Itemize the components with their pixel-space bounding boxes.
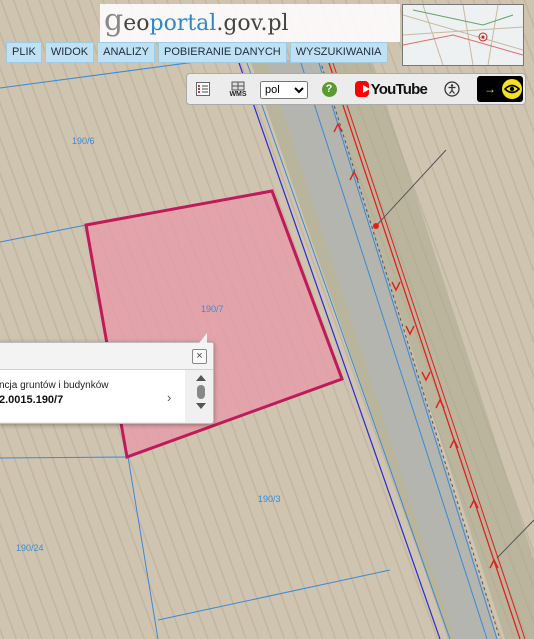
menu-pobieranie-danych[interactable]: POBIERANIE DANYCH — [158, 42, 287, 63]
popup-source-label: ncja gruntów i budynków — [0, 380, 109, 391]
eye-icon — [502, 79, 522, 99]
accessibility-button[interactable] — [443, 79, 461, 99]
main-menu: PLIK WIDOK ANALIZY POBIERANIE DANYCH WYS… — [6, 42, 388, 63]
map-toolbar: WMS pol ? YouTube → — [186, 73, 526, 105]
wms-icon — [231, 81, 245, 90]
logo-portal: portal — [149, 11, 217, 36]
popup-header — [0, 343, 213, 370]
logo-domain: .gov.pl — [216, 11, 289, 36]
minimap-graphic — [403, 5, 523, 65]
parcel-label-190-7: 190/7 — [201, 304, 224, 314]
legend-button[interactable] — [195, 79, 211, 99]
menu-wyszukiwania[interactable]: WYSZUKIWANIA — [289, 42, 388, 63]
popup-body: ncja gruntów i budynków 2.0015.190/7 › — [0, 370, 185, 422]
popup-parcel-id[interactable]: 2.0015.190/7 — [0, 394, 63, 406]
arrow-right-icon: → — [484, 82, 496, 96]
youtube-icon — [355, 81, 370, 97]
wms-button[interactable]: WMS — [227, 79, 249, 99]
chevron-right-icon[interactable]: › — [167, 390, 171, 405]
red-route-node — [373, 223, 379, 229]
scroll-up-icon[interactable] — [196, 375, 206, 381]
parcel-label-190-24: 190/24 — [16, 543, 44, 553]
popup-scrollbar[interactable] — [195, 375, 207, 419]
overview-minimap[interactable] — [402, 4, 524, 66]
scroll-down-icon[interactable] — [196, 403, 206, 409]
menu-plik[interactable]: PLIK — [6, 42, 42, 63]
menu-analizy[interactable]: ANALIZY — [97, 42, 155, 63]
logo-g: g — [104, 3, 124, 38]
parcel-label-190-6: 190/6 — [72, 136, 95, 146]
legend-icon — [196, 82, 210, 96]
wms-label: WMS — [229, 90, 247, 98]
popup-close-button[interactable]: × — [192, 349, 207, 364]
logo-eo: eo — [123, 11, 150, 36]
popup-pointer — [199, 333, 207, 343]
youtube-label: YouTube — [370, 80, 428, 98]
wheelchair-icon — [444, 81, 460, 97]
parcel-label-190-3: 190/3 — [258, 494, 281, 504]
youtube-button[interactable]: YouTube — [355, 79, 428, 99]
help-icon: ? — [321, 81, 337, 97]
geoportal-logo[interactable]: geoportal.gov.pl — [100, 4, 400, 42]
high-contrast-button[interactable]: → — [477, 76, 523, 102]
scroll-thumb[interactable] — [197, 385, 205, 399]
help-button[interactable]: ? — [320, 79, 338, 99]
parcel-info-popup: × ncja gruntów i budynków 2.0015.190/7 › — [0, 333, 214, 424]
menu-widok[interactable]: WIDOK — [44, 42, 95, 63]
language-select[interactable]: pol — [260, 81, 308, 99]
